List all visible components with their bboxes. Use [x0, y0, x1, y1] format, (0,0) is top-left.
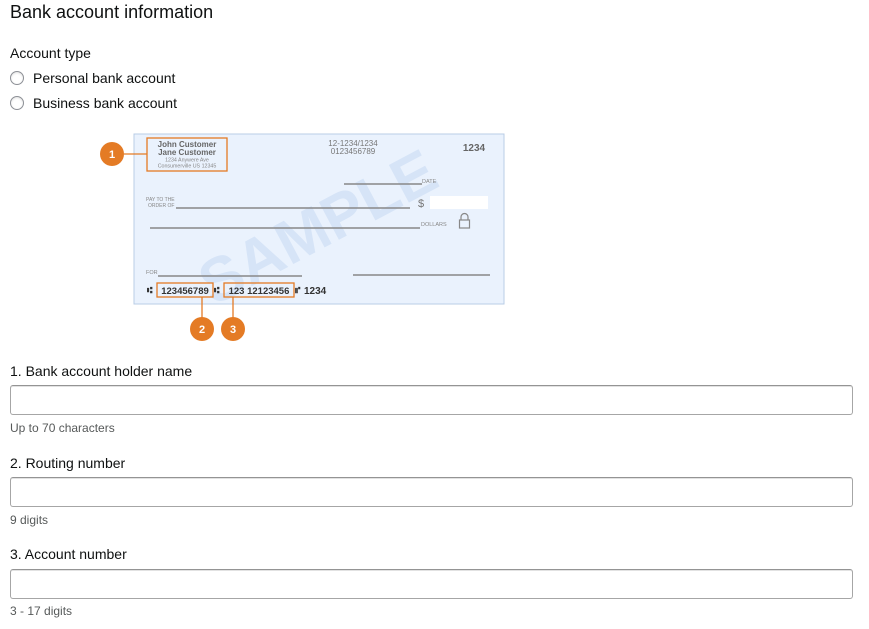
- callout-2-label: 2: [199, 324, 205, 336]
- personal-account-label: Personal bank account: [33, 70, 176, 86]
- account-number-hint: 3 - 17 digits: [10, 604, 73, 618]
- account-type-label: Account type: [10, 45, 91, 61]
- holder-name-hint: Up to 70 characters: [10, 421, 115, 435]
- callout-3-label: 3: [230, 324, 236, 336]
- holder-name-2: Jane Customer: [158, 148, 216, 157]
- sample-check-graphic: SAMPLE John Customer Jane Customer 1234 …: [100, 133, 505, 341]
- routing-number-label: 2. Routing number: [10, 455, 126, 471]
- for-label: FOR: [146, 270, 158, 276]
- account-number-label: 3. Account number: [10, 546, 127, 562]
- routing-number-input[interactable]: [10, 477, 853, 507]
- sample-check-illustration: SAMPLE John Customer Jane Customer 1234 …: [98, 132, 508, 344]
- amount-box: [430, 196, 488, 209]
- callout-1-label: 1: [109, 149, 115, 161]
- account-number-input[interactable]: [10, 569, 853, 599]
- radio-button-personal[interactable]: [10, 71, 24, 85]
- micr-check-number: 1234: [304, 286, 327, 297]
- svg-text:⑆: ⑆: [214, 285, 220, 295]
- fraction-code-2: 0123456789: [331, 147, 376, 156]
- check-number: 1234: [463, 143, 486, 154]
- address-line-2: Consumerville US 12345: [158, 164, 217, 170]
- holder-name-input[interactable]: [10, 385, 853, 415]
- svg-text:⑆: ⑆: [147, 285, 153, 295]
- dollar-sign: $: [418, 198, 424, 210]
- business-account-radio[interactable]: Business bank account: [10, 95, 177, 111]
- account-digits: 123 12123456: [229, 286, 290, 297]
- holder-name-label: 1. Bank account holder name: [10, 363, 193, 379]
- page-title: Bank account information: [10, 2, 214, 22]
- business-account-label: Business bank account: [33, 95, 177, 111]
- routing-digits: 123456789: [161, 286, 209, 297]
- dollars-label: DOLLARS: [421, 222, 447, 228]
- personal-account-radio[interactable]: Personal bank account: [10, 70, 175, 86]
- radio-button-business[interactable]: [10, 96, 24, 110]
- pay-to-label-2: ORDER OF: [148, 203, 174, 209]
- routing-number-hint: 9 digits: [10, 513, 49, 527]
- svg-text:⑈: ⑈: [295, 285, 301, 295]
- date-label: DATE: [422, 179, 437, 185]
